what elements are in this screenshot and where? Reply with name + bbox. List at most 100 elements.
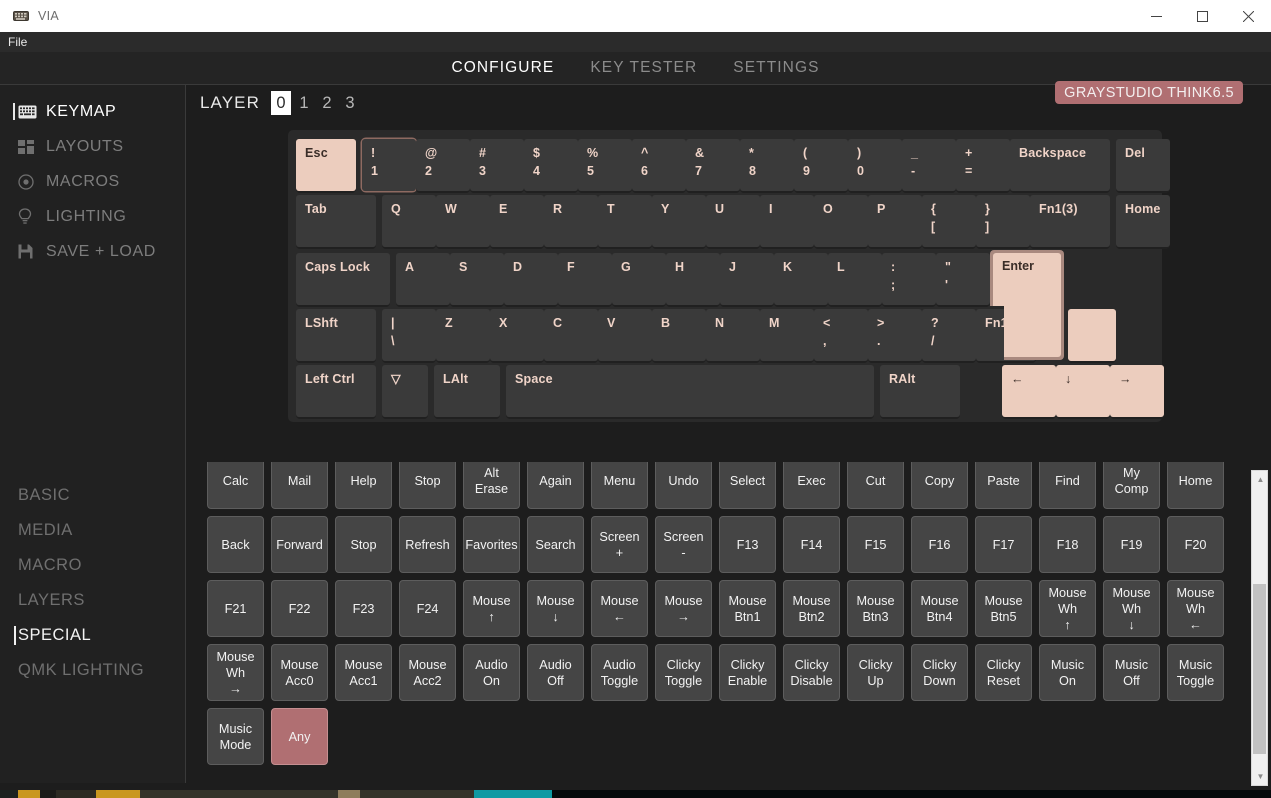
- keymap-key[interactable]: ▽: [382, 365, 428, 417]
- layer-option-1[interactable]: 1: [294, 91, 314, 115]
- palette-key[interactable]: My Comp: [1103, 462, 1160, 509]
- keymap-key[interactable]: RAlt: [880, 365, 960, 417]
- palette-key[interactable]: Again: [527, 462, 584, 509]
- palette-key[interactable]: Audio On: [463, 644, 520, 701]
- palette-key[interactable]: Clicky Down: [911, 644, 968, 701]
- palette-key[interactable]: Clicky Enable: [719, 644, 776, 701]
- palette-key[interactable]: Mouse Wh ←: [1167, 580, 1224, 637]
- palette-key[interactable]: Stop: [335, 516, 392, 573]
- tab-configure[interactable]: CONFIGURE: [451, 59, 554, 77]
- keymap-key[interactable]: (9: [794, 139, 848, 191]
- keymap-key[interactable]: " ': [936, 253, 990, 305]
- palette-key[interactable]: Help: [335, 462, 392, 509]
- menu-item-file[interactable]: File: [0, 32, 33, 52]
- keymap-key[interactable]: + =: [956, 139, 1010, 191]
- palette-key[interactable]: Any: [271, 708, 328, 765]
- palette-key[interactable]: Clicky Up: [847, 644, 904, 701]
- keymap-key[interactable]: U: [706, 195, 760, 247]
- keymap-key[interactable]: W: [436, 195, 490, 247]
- maximize-button[interactable]: [1179, 0, 1225, 32]
- palette-key[interactable]: F16: [911, 516, 968, 573]
- palette-key[interactable]: Mouse Btn1: [719, 580, 776, 637]
- keymap-key[interactable]: Space: [506, 365, 874, 417]
- keymap-key[interactable]: Q: [382, 195, 436, 247]
- palette-key[interactable]: Music Toggle: [1167, 644, 1224, 701]
- keymap-key[interactable]: Caps Lock: [296, 253, 390, 305]
- scrollbar-thumb[interactable]: [1253, 584, 1266, 754]
- palette-key[interactable]: Undo: [655, 462, 712, 509]
- palette-key[interactable]: Cut: [847, 462, 904, 509]
- sidebar-item-lighting[interactable]: LIGHTING: [0, 199, 185, 234]
- palette-key[interactable]: Mouse Btn3: [847, 580, 904, 637]
- keymap-key[interactable]: Y: [652, 195, 706, 247]
- palette-key[interactable]: Alt Erase: [463, 462, 520, 509]
- keymap-key[interactable]: T: [598, 195, 652, 247]
- keymap-key[interactable]: C: [544, 309, 598, 361]
- sidebar-item-save-load[interactable]: SAVE + LOAD: [0, 234, 185, 269]
- keymap-key[interactable]: _ -: [902, 139, 956, 191]
- sidebar-category-qmk-lighting[interactable]: QMK LIGHTING: [0, 653, 186, 688]
- palette-key[interactable]: Mouse Wh ↑: [1039, 580, 1096, 637]
- keymap-key[interactable]: Fn1(3): [1030, 195, 1110, 247]
- keymap-key[interactable]: | \: [382, 309, 436, 361]
- keymap-key[interactable]: L: [828, 253, 882, 305]
- keymap-key[interactable]: S: [450, 253, 504, 305]
- keymap-key[interactable]: O: [814, 195, 868, 247]
- palette-key[interactable]: Music Off: [1103, 644, 1160, 701]
- sidebar-item-layouts[interactable]: LAYOUTS: [0, 129, 185, 164]
- keymap-key[interactable]: R: [544, 195, 598, 247]
- palette-key[interactable]: F15: [847, 516, 904, 573]
- keymap-key[interactable]: G: [612, 253, 666, 305]
- keymap-key[interactable]: A: [396, 253, 450, 305]
- keymap-key[interactable]: }]: [976, 195, 1030, 247]
- palette-key[interactable]: Select: [719, 462, 776, 509]
- palette-key[interactable]: Mouse Btn4: [911, 580, 968, 637]
- palette-key[interactable]: Mouse Btn2: [783, 580, 840, 637]
- keymap-key[interactable]: LShft: [296, 309, 376, 361]
- palette-key[interactable]: Search: [527, 516, 584, 573]
- palette-key[interactable]: Paste: [975, 462, 1032, 509]
- sidebar-category-media[interactable]: MEDIA: [0, 513, 186, 548]
- minimize-button[interactable]: [1133, 0, 1179, 32]
- keymap-key[interactable]: ? /: [922, 309, 976, 361]
- palette-key[interactable]: Home: [1167, 462, 1224, 509]
- keymap-key[interactable]: Tab: [296, 195, 376, 247]
- palette-key[interactable]: F23: [335, 580, 392, 637]
- keymap-key[interactable]: <,: [814, 309, 868, 361]
- sidebar-item-keymap[interactable]: KEYMAP: [0, 94, 185, 129]
- sidebar-category-special[interactable]: SPECIAL: [0, 618, 186, 653]
- keymap-key[interactable]: ←: [1002, 365, 1056, 417]
- keymap-key[interactable]: H: [666, 253, 720, 305]
- palette-key[interactable]: Mail: [271, 462, 328, 509]
- scroll-down-arrow[interactable]: ▼: [1252, 768, 1269, 785]
- palette-key[interactable]: Refresh: [399, 516, 456, 573]
- palette-key[interactable]: Clicky Toggle: [655, 644, 712, 701]
- palette-key[interactable]: Forward: [271, 516, 328, 573]
- keymap-key[interactable]: P: [868, 195, 922, 247]
- palette-key[interactable]: Menu: [591, 462, 648, 509]
- tab-key-tester[interactable]: KEY TESTER: [590, 59, 697, 77]
- keymap-key[interactable]: LAlt: [434, 365, 500, 417]
- palette-key[interactable]: F17: [975, 516, 1032, 573]
- keymap-key[interactable]: :;: [882, 253, 936, 305]
- palette-key[interactable]: Exec: [783, 462, 840, 509]
- keymap-key[interactable]: {[: [922, 195, 976, 247]
- keymap-key[interactable]: #3: [470, 139, 524, 191]
- palette-key[interactable]: Mouse Acc2: [399, 644, 456, 701]
- keymap-key[interactable]: →: [1110, 365, 1164, 417]
- keymap-key[interactable]: E: [490, 195, 544, 247]
- palette-key[interactable]: Back: [207, 516, 264, 573]
- keymap-key-arrow-up[interactable]: [1068, 309, 1116, 361]
- palette-key[interactable]: Mouse ←: [591, 580, 648, 637]
- keymap-key[interactable]: >.: [868, 309, 922, 361]
- keymap-key[interactable]: Left Ctrl: [296, 365, 376, 417]
- palette-key[interactable]: Mouse ↓: [527, 580, 584, 637]
- palette-key[interactable]: F13: [719, 516, 776, 573]
- palette-key[interactable]: Screen -: [655, 516, 712, 573]
- palette-key[interactable]: F18: [1039, 516, 1096, 573]
- layer-option-0[interactable]: 0: [271, 91, 291, 115]
- keymap-key[interactable]: * 8: [740, 139, 794, 191]
- keymap-key[interactable]: N: [706, 309, 760, 361]
- sidebar-category-macro[interactable]: MACRO: [0, 548, 186, 583]
- palette-key[interactable]: Clicky Reset: [975, 644, 1032, 701]
